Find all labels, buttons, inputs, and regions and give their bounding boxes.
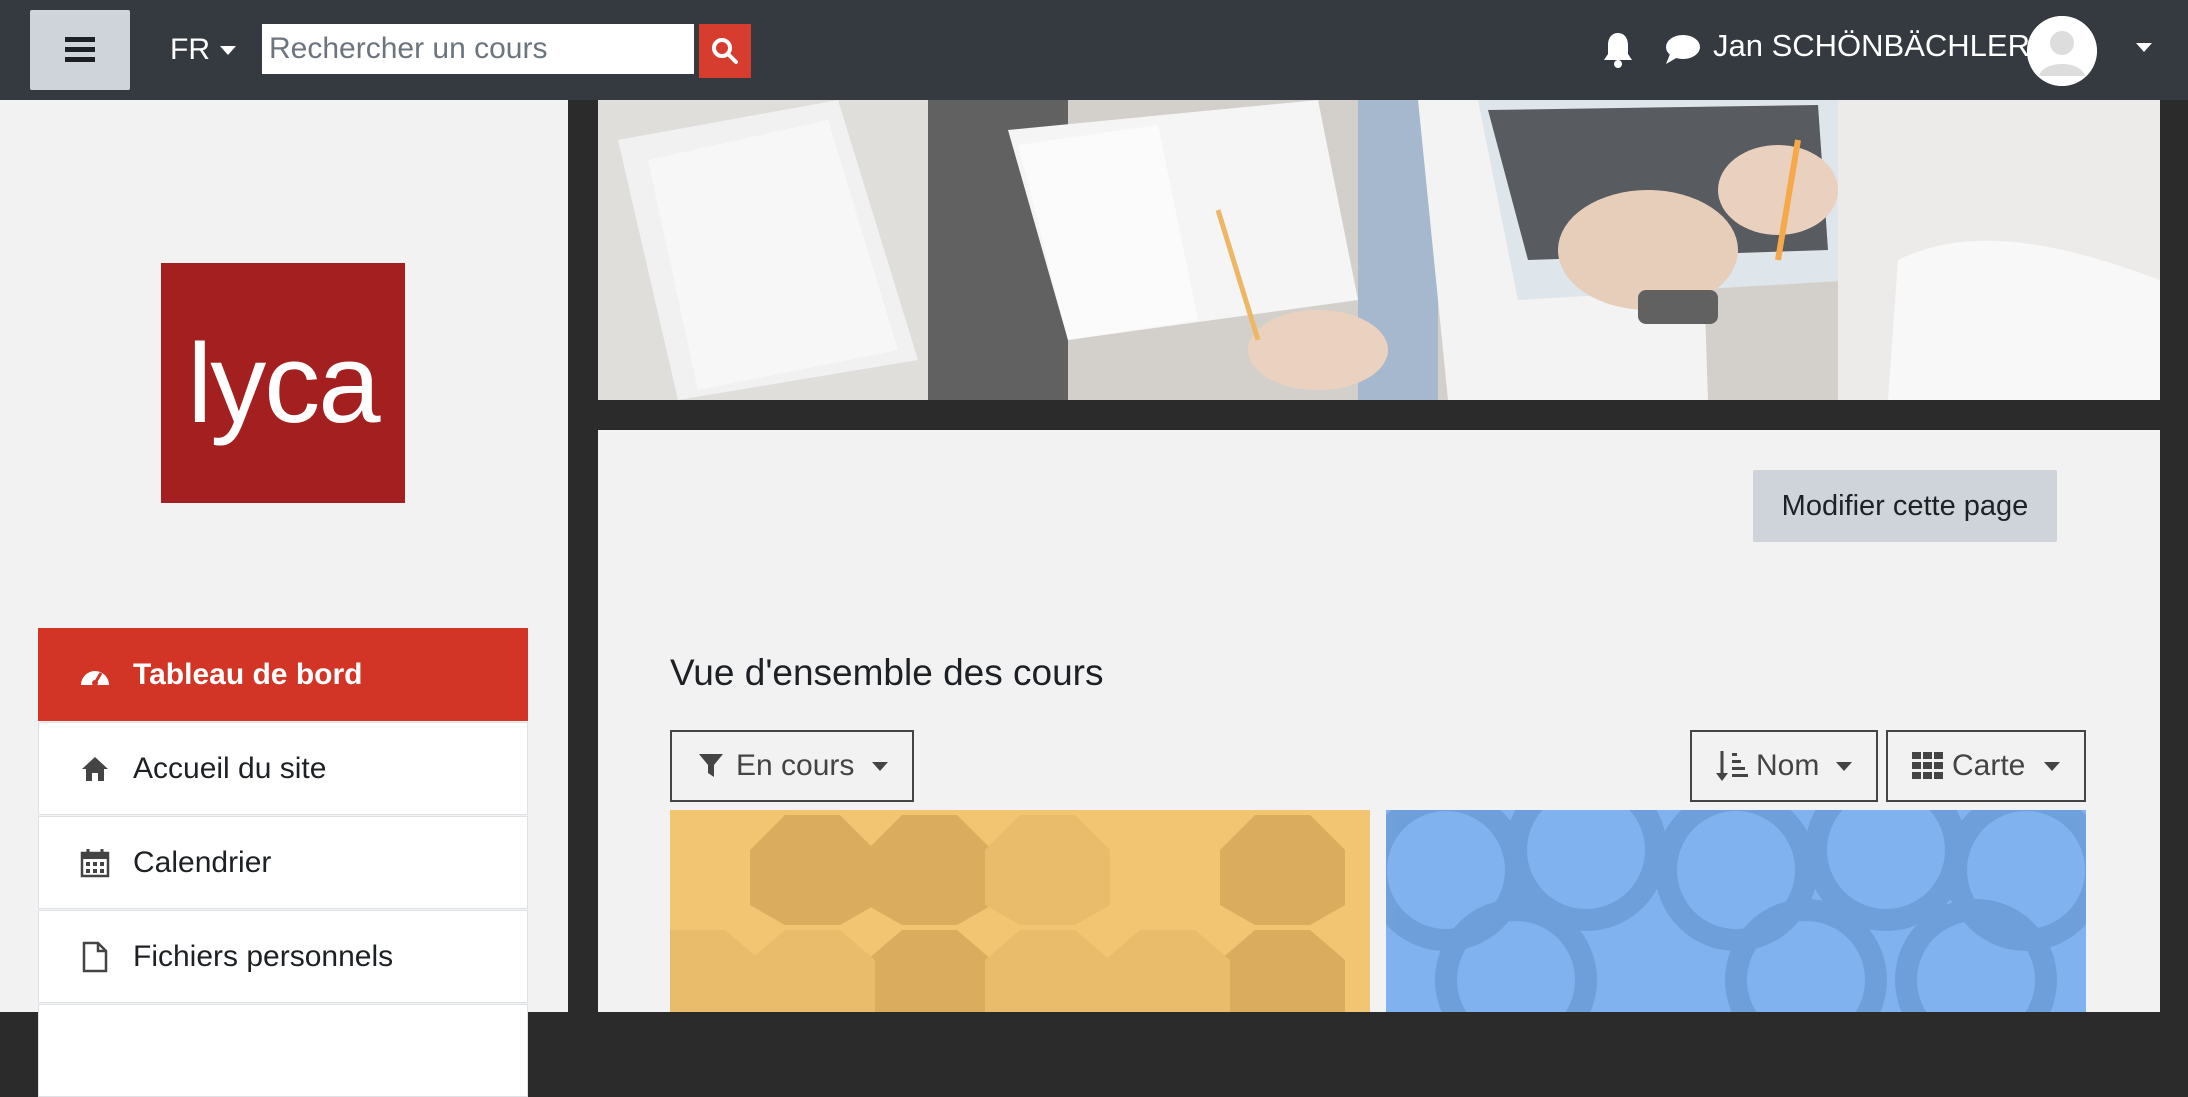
top-navbar: FR Jan SCHÖNBÄCHLER: [0, 0, 2188, 100]
course-overview-title: Vue d'ensemble des cours: [670, 652, 1104, 693]
sidebar-item-label: Tableau de bord: [133, 657, 363, 691]
site-logo[interactable]: lyca: [161, 263, 405, 503]
dashboard-icon: [79, 659, 111, 691]
filter-label: En cours: [736, 749, 855, 782]
sidebar-item-label: Accueil du site: [133, 751, 327, 785]
sort-dropdown[interactable]: Nom: [1690, 730, 1878, 802]
hamburger-icon: [65, 37, 95, 62]
sidebar-item-dashboard[interactable]: Tableau de bord: [38, 628, 528, 721]
search-icon: [712, 38, 738, 64]
chevron-down-icon: [872, 761, 888, 771]
sidebar-item-more[interactable]: [38, 1004, 528, 1097]
view-label: Carte: [1952, 749, 2026, 782]
menu-toggle-button[interactable]: [30, 10, 130, 90]
calendar-icon: [79, 847, 111, 879]
filter-icon: [699, 754, 723, 777]
sort-label: Nom: [1756, 749, 1820, 782]
language-selector[interactable]: FR: [170, 30, 236, 70]
course-card-image[interactable]: [670, 810, 1370, 1012]
sort-icon: [1716, 751, 1748, 781]
course-filter-dropdown[interactable]: En cours: [670, 730, 914, 802]
language-label: FR: [170, 33, 210, 66]
view-mode-dropdown[interactable]: Carte: [1886, 730, 2086, 802]
home-icon: [79, 753, 111, 785]
logo-text: lyca: [187, 320, 380, 446]
chat-icon[interactable]: [1664, 32, 1702, 68]
edit-page-button[interactable]: Modifier cette page: [1753, 470, 2057, 542]
avatar[interactable]: [2027, 16, 2097, 86]
header-banner-image: [598, 100, 2160, 400]
main-content: Modifier cette page Vue d'ensemble des c…: [598, 430, 2160, 1012]
chevron-down-icon: [2044, 761, 2060, 771]
user-name[interactable]: Jan SCHÖNBÄCHLER: [1713, 28, 2030, 64]
grid-icon: [1912, 752, 1943, 779]
sidebar-item-calendar[interactable]: Calendrier: [38, 816, 528, 909]
search-input[interactable]: [262, 24, 694, 74]
sidebar-item-home[interactable]: Accueil du site: [38, 722, 528, 815]
chevron-down-icon: [1836, 761, 1852, 771]
sidebar: lyca Tableau de bord Accueil du site Cal…: [0, 100, 568, 1097]
sidebar-item-label: Fichiers personnels: [133, 939, 394, 973]
user-menu-chevron-icon[interactable]: [2136, 43, 2152, 52]
chevron-down-icon: [220, 45, 236, 55]
user-avatar-icon: [2027, 16, 2097, 86]
file-icon: [79, 941, 111, 973]
course-card-image[interactable]: [1386, 810, 2086, 1012]
bell-icon[interactable]: [1600, 30, 1636, 70]
sidebar-item-label: Calendrier: [133, 845, 272, 879]
search-button[interactable]: [699, 24, 751, 78]
sidebar-item-private-files[interactable]: Fichiers personnels: [38, 910, 528, 1003]
